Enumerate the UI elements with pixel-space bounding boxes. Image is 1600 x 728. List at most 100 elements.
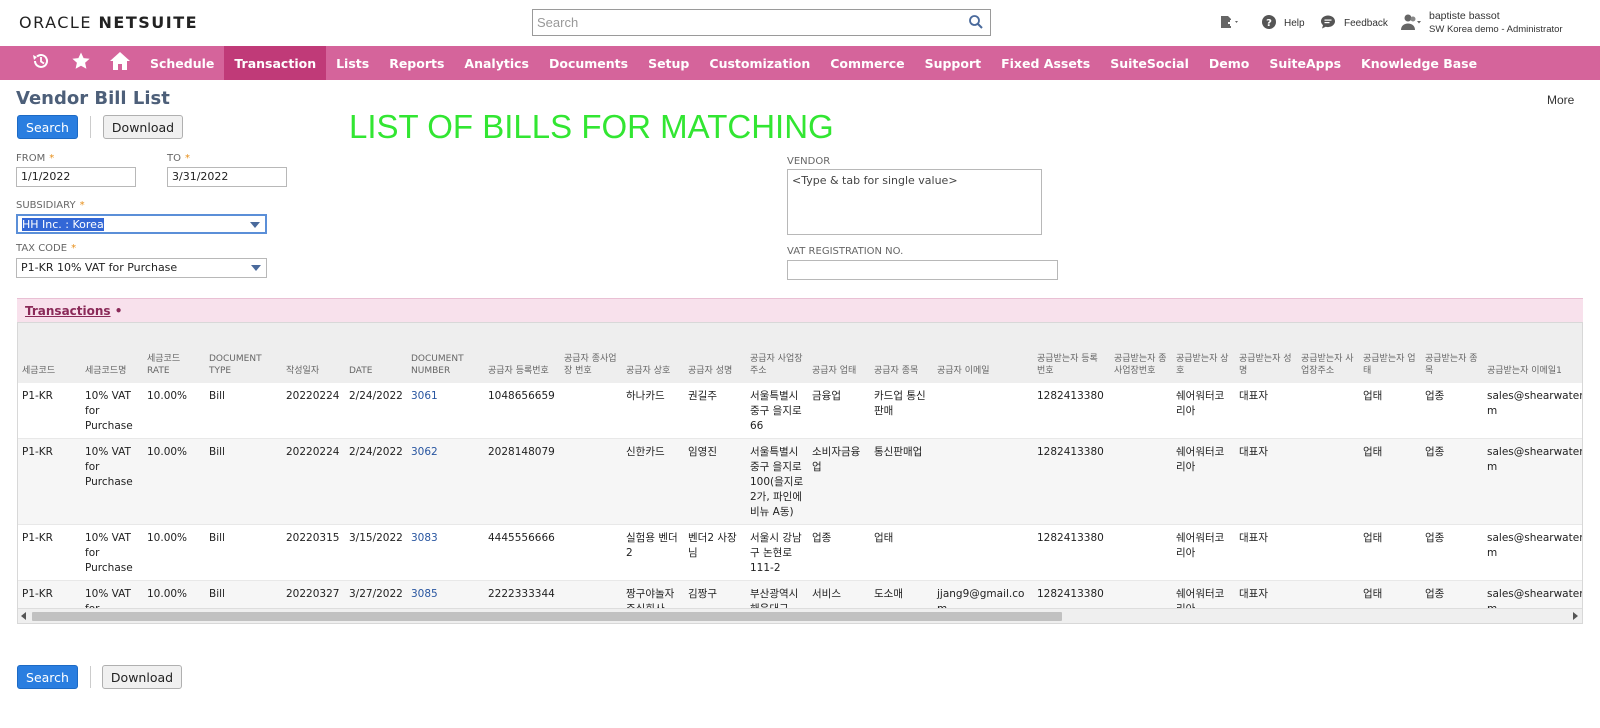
document-number-link[interactable]: 3085 [411, 588, 438, 600]
button-divider [90, 116, 91, 138]
table-cell: 3062 [407, 438, 484, 525]
svg-text:?: ? [1266, 18, 1272, 29]
column-header[interactable]: 세금코드 RATE [143, 323, 205, 383]
tax-code-select[interactable]: P1-KR 10% VAT for Purchase [16, 258, 267, 278]
column-header[interactable]: 세금코드 [18, 323, 81, 383]
column-header[interactable]: 공급받는자 상호 [1172, 323, 1235, 383]
column-header[interactable]: 공급자 사업장주소 [746, 323, 808, 383]
nav-item-commerce[interactable]: Commerce [820, 46, 914, 80]
nav-item-demo[interactable]: Demo [1199, 46, 1259, 80]
column-header[interactable]: DOCUMENT TYPE [205, 323, 282, 383]
column-header[interactable]: 공급받는자 업태 [1359, 323, 1421, 383]
nav-item-suiteapps[interactable]: SuiteApps [1259, 46, 1351, 80]
column-header[interactable]: 공급받는자 종사업장번호 [1110, 323, 1172, 383]
column-header[interactable]: DATE [345, 323, 407, 383]
table-cell: 서울특별시 중구 을지로 66 [746, 383, 808, 439]
search-icon[interactable] [968, 14, 984, 35]
table-cell: P1-KR [18, 383, 81, 439]
download-button-top[interactable]: Download [103, 115, 183, 139]
table-cell: 카드업 통신판매 [870, 383, 933, 439]
column-header[interactable]: DOCUMENT NUMBER [407, 323, 484, 383]
column-header[interactable]: 공급받는자 종목 [1421, 323, 1483, 383]
more-menu[interactable]: More [1547, 93, 1574, 107]
column-header[interactable]: 공급자 등록번호 [484, 323, 560, 383]
nav-item-suitesocial[interactable]: SuiteSocial [1100, 46, 1199, 80]
create-new-menu[interactable] [1219, 0, 1241, 46]
scroll-left-icon[interactable] [21, 612, 26, 620]
nav-item-transaction[interactable]: Transaction [224, 46, 327, 80]
nav-item-customization[interactable]: Customization [699, 46, 820, 80]
scrollbar-thumb[interactable] [32, 612, 1062, 621]
nav-item-fixed-assets[interactable]: Fixed Assets [991, 46, 1100, 80]
column-header[interactable]: 공급받는자 성명 [1235, 323, 1297, 383]
table-cell: 벤더2 사장님 [684, 524, 746, 581]
column-header[interactable]: 공급받는자 사업장주소 [1297, 323, 1359, 383]
table-cell [1297, 524, 1359, 581]
table-row[interactable]: P1-KR10% VAT for Purchase10.00%Bill20220… [18, 524, 1582, 581]
table-cell [1297, 438, 1359, 525]
document-number-link[interactable]: 3061 [411, 390, 438, 402]
table-cell: sales@shearwaterasia.com [1483, 524, 1582, 581]
nav-item-analytics[interactable]: Analytics [454, 46, 539, 80]
horizontal-scrollbar[interactable] [18, 608, 1582, 623]
vendor-field[interactable]: <Type & tab for single value> [787, 169, 1042, 235]
favorites-button[interactable] [69, 46, 93, 80]
transactions-tab-marker: • [114, 304, 123, 318]
nav-item-support[interactable]: Support [915, 46, 992, 80]
user-menu[interactable]: baptiste bassot SW Korea demo - Administ… [1399, 0, 1563, 46]
recent-records-button[interactable] [29, 46, 53, 80]
logo-netsuite-text: NETSUITE [98, 13, 199, 32]
recent-icon [31, 51, 51, 76]
help-link[interactable]: ? Help [1261, 0, 1305, 46]
table-cell [560, 438, 622, 525]
document-number-link[interactable]: 3062 [411, 446, 438, 458]
column-header[interactable]: 공급받는자 이메일1 [1483, 323, 1582, 383]
search-button-bottom[interactable]: Search [17, 665, 78, 689]
download-button-bottom[interactable]: Download [102, 665, 182, 689]
feedback-link[interactable]: Feedback [1320, 0, 1388, 46]
table-row[interactable]: P1-KR10% VAT for Purchase10.00%Bill20220… [18, 438, 1582, 525]
global-search-input[interactable] [533, 10, 953, 35]
nav-item-schedule[interactable]: Schedule [140, 46, 224, 80]
column-header[interactable]: 공급자 이메일 [933, 323, 1033, 383]
column-header[interactable]: 세금코드명 [81, 323, 143, 383]
table-cell: 2/24/2022 [345, 438, 407, 525]
vat-registration-field[interactable] [787, 260, 1058, 280]
subsidiary-select[interactable]: HH Inc. : Korea [16, 214, 267, 234]
home-button[interactable] [108, 46, 132, 80]
transactions-tab[interactable]: Transactions • [17, 298, 1583, 322]
column-header[interactable]: 공급자 상호 [622, 323, 684, 383]
table-cell: 쉐어워터코리아 [1172, 383, 1235, 439]
column-header[interactable]: 공급받는자 등록번호 [1033, 323, 1110, 383]
oracle-netsuite-logo[interactable]: ORACLE NETSUITE [19, 13, 198, 32]
column-header[interactable]: 공급자 종목 [870, 323, 933, 383]
table-cell: P1-KR [18, 524, 81, 581]
from-date-field[interactable]: 1/1/2022 [16, 167, 136, 187]
user-name: baptiste bassot [1429, 10, 1500, 22]
column-header[interactable]: 공급자 종사업장 번호 [560, 323, 622, 383]
table-cell: 업종 [1421, 524, 1483, 581]
tax-code-value: P1-KR 10% VAT for Purchase [21, 261, 178, 274]
table-row[interactable]: P1-KR10% VAT for Purchase10.00%Bill20220… [18, 383, 1582, 439]
table-cell: 1048656659 [484, 383, 560, 439]
nav-item-lists[interactable]: Lists [326, 46, 379, 80]
nav-item-reports[interactable]: Reports [379, 46, 454, 80]
column-header[interactable]: 공급자 업태 [808, 323, 870, 383]
home-icon [109, 51, 131, 76]
scroll-right-icon[interactable] [1573, 612, 1578, 620]
table-cell [1297, 383, 1359, 439]
table-cell [560, 524, 622, 581]
column-header[interactable]: 작성일자 [282, 323, 345, 383]
nav-item-knowledge-base[interactable]: Knowledge Base [1351, 46, 1487, 80]
table-cell: 업태 [870, 524, 933, 581]
column-header[interactable]: 공급자 성명 [684, 323, 746, 383]
nav-item-setup[interactable]: Setup [638, 46, 699, 80]
document-number-link[interactable]: 3083 [411, 532, 438, 544]
button-divider [90, 666, 91, 688]
page-title: Vendor Bill List [16, 88, 170, 109]
to-date-field[interactable]: 3/31/2022 [167, 167, 287, 187]
vat-registration-label: VAT REGISTRATION NO. [787, 246, 904, 257]
nav-item-documents[interactable]: Documents [539, 46, 638, 80]
search-button-top[interactable]: Search [17, 115, 78, 139]
tax-code-label: TAX CODE * [16, 243, 77, 254]
